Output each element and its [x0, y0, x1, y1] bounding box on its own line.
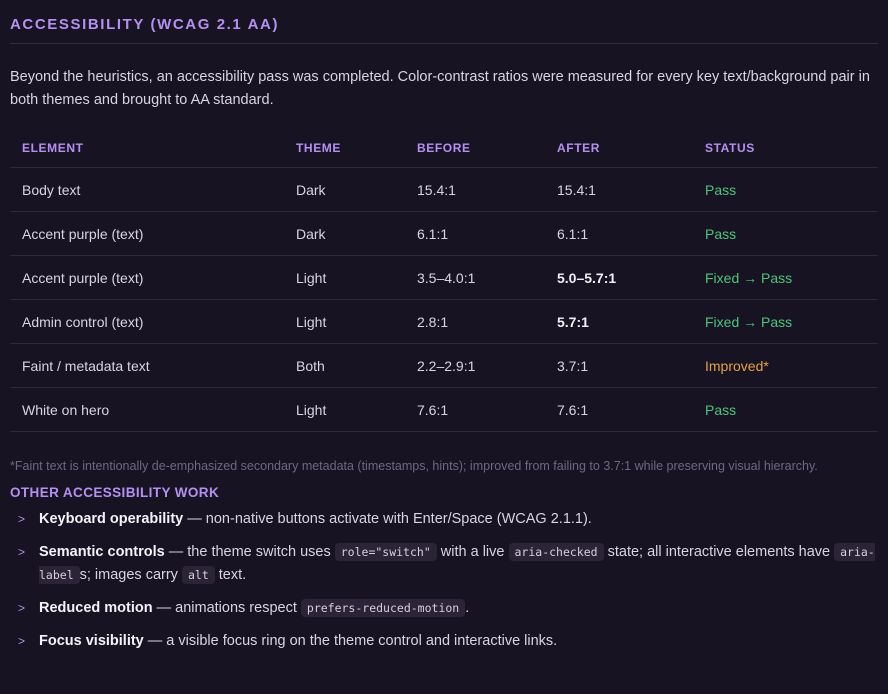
chevron-right-icon: > — [18, 545, 26, 559]
list-item: > Keyboard operability — non-native butt… — [10, 508, 878, 531]
chevron-right-icon: > — [18, 512, 26, 526]
cell-element: Faint / metadata text — [10, 343, 284, 388]
cell-status: Fixed → Pass — [693, 299, 878, 344]
cell-theme: Both — [284, 343, 405, 388]
section-title: ACCESSIBILITY (WCAG 2.1 AA) — [10, 16, 280, 33]
item-text: — the theme switch uses — [164, 544, 335, 560]
item-text: — a visible focus ring on the theme cont… — [143, 633, 558, 649]
contrast-table: ELEMENT THEME BEFORE AFTER STATUS Body t… — [10, 128, 878, 432]
cell-theme: Dark — [284, 211, 405, 256]
intro-paragraph: Beyond the heuristics, an accessibility … — [10, 69, 870, 108]
table-row: Admin control (text) Light 2.8:1 5.7:1 F… — [10, 299, 878, 344]
item-text: — non-native buttons activate with Enter… — [183, 511, 592, 527]
item-text: s; images carry — [79, 567, 182, 583]
cell-element: White on hero — [10, 387, 284, 432]
table-footnote: *Faint text is intentionally de-emphasiz… — [10, 459, 818, 473]
list-item: > Focus visibility — a visible focus rin… — [10, 630, 878, 653]
table-row: Faint / metadata text Both 2.2–2.9:1 3.7… — [10, 343, 878, 388]
cell-before: 2.2–2.9:1 — [405, 343, 545, 388]
table-header-row: ELEMENT THEME BEFORE AFTER STATUS — [10, 128, 878, 168]
other-work-list: > Keyboard operability — non-native butt… — [10, 508, 878, 653]
item-title: Focus visibility — [39, 633, 144, 649]
item-title: Semantic controls — [39, 544, 165, 560]
chevron-right-icon: > — [18, 634, 26, 648]
cell-element: Body text — [10, 167, 284, 212]
table-row: Body text Dark 15.4:1 15.4:1 Pass — [10, 167, 878, 212]
item-text: with a live — [436, 544, 509, 560]
table-row: Accent purple (text) Dark 6.1:1 6.1:1 Pa… — [10, 211, 878, 256]
cell-after: 5.7:1 — [545, 299, 693, 344]
table-row: White on hero Light 7.6:1 7.6:1 Pass — [10, 387, 878, 432]
divider — [10, 43, 878, 44]
cell-after: 3.7:1 — [545, 343, 693, 388]
cell-theme: Light — [284, 255, 405, 300]
cell-after: 15.4:1 — [545, 167, 693, 212]
col-after: AFTER — [545, 128, 693, 168]
col-theme: THEME — [284, 128, 405, 168]
cell-theme: Light — [284, 299, 405, 344]
cell-theme: Dark — [284, 167, 405, 212]
cell-status: Pass — [693, 167, 878, 212]
col-status: STATUS — [693, 128, 878, 168]
item-text: text. — [214, 567, 247, 583]
item-title: Reduced motion — [39, 600, 153, 616]
list-item: > Semantic controls — the theme switch u… — [10, 541, 878, 587]
cell-status: Pass — [693, 387, 878, 432]
code-snippet: role="switch" — [334, 543, 437, 561]
cell-status: Improved* — [693, 343, 878, 388]
cell-element: Accent purple (text) — [10, 255, 284, 300]
cell-status: Fixed → Pass — [693, 255, 878, 300]
cell-after: 5.0–5.7:1 — [545, 255, 693, 300]
list-item: > Reduced motion — animations respect pr… — [10, 597, 878, 620]
table-row: Accent purple (text) Light 3.5–4.0:1 5.0… — [10, 255, 878, 300]
cell-after: 6.1:1 — [545, 211, 693, 256]
cell-element: Accent purple (text) — [10, 211, 284, 256]
code-snippet: prefers-reduced-motion — [300, 599, 466, 617]
cell-before: 6.1:1 — [405, 211, 545, 256]
cell-status: Pass — [693, 211, 878, 256]
chevron-right-icon: > — [18, 601, 26, 615]
cell-before: 15.4:1 — [405, 167, 545, 212]
item-text: state; all interactive elements have — [603, 544, 835, 560]
cell-before: 3.5–4.0:1 — [405, 255, 545, 300]
cell-before: 2.8:1 — [405, 299, 545, 344]
item-text: — animations respect — [152, 600, 301, 616]
code-snippet: alt — [181, 566, 215, 584]
code-snippet: aria-checked — [508, 543, 604, 561]
item-text: . — [465, 600, 470, 616]
col-element: ELEMENT — [10, 128, 284, 168]
other-work-title: OTHER ACCESSIBILITY WORK — [10, 485, 220, 500]
cell-theme: Light — [284, 387, 405, 432]
cell-after: 7.6:1 — [545, 387, 693, 432]
cell-element: Admin control (text) — [10, 299, 284, 344]
item-title: Keyboard operability — [39, 511, 184, 527]
cell-before: 7.6:1 — [405, 387, 545, 432]
col-before: BEFORE — [405, 128, 545, 168]
